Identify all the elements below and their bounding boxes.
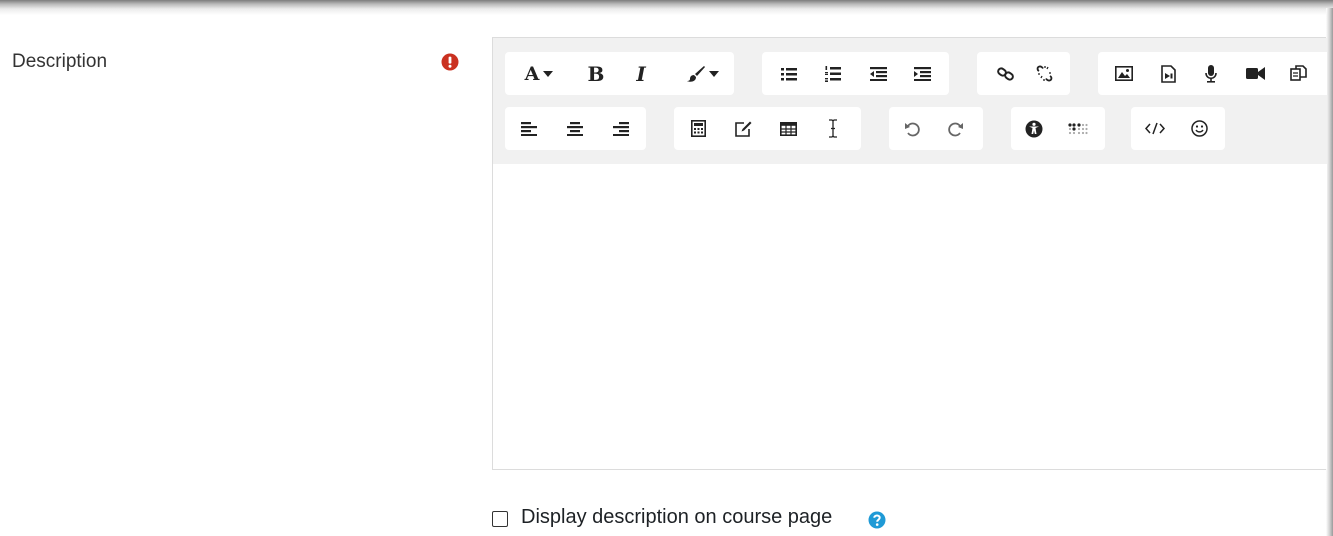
unlink-button[interactable] [1029, 52, 1059, 95]
screenreader-helper-button[interactable] [1063, 107, 1093, 150]
font-style-label: A [524, 62, 540, 85]
bold-button[interactable]: B [581, 52, 611, 95]
indent-button[interactable] [907, 52, 937, 95]
unlink-icon [1036, 65, 1052, 82]
copy-files-icon [1289, 65, 1307, 81]
edit-icon [734, 121, 751, 137]
record-audio-button[interactable] [1196, 52, 1226, 95]
unordered-list-button[interactable] [774, 52, 804, 95]
accessibility-group [1011, 107, 1105, 150]
right-edge-shadow [1326, 8, 1333, 536]
align-center-button[interactable] [560, 107, 590, 150]
clear-formatting-button[interactable] [818, 107, 848, 150]
numbered-list-icon [825, 65, 841, 82]
align-right-button[interactable] [606, 107, 636, 150]
accessibility-checker-button[interactable] [1019, 107, 1049, 150]
ordered-list-button[interactable] [818, 52, 848, 95]
text-cursor-icon [829, 119, 837, 138]
undo-button[interactable] [897, 107, 927, 150]
description-label: Description [12, 51, 108, 72]
redo-button[interactable] [941, 107, 971, 150]
italic-button[interactable]: I [626, 52, 656, 95]
media-group [1098, 52, 1327, 95]
editor-content-area[interactable] [493, 164, 1327, 469]
html-source-button[interactable] [1140, 107, 1170, 150]
image-button[interactable] [1109, 52, 1139, 95]
equation-button[interactable] [683, 107, 713, 150]
code-icon [1145, 122, 1165, 135]
redo-icon [948, 122, 963, 136]
indent-icon [913, 66, 931, 81]
emoji-button[interactable] [1184, 107, 1214, 150]
top-shadow [0, 0, 1333, 18]
table-icon [779, 121, 797, 136]
font-style-button[interactable]: A [515, 52, 563, 95]
caret-down-icon [709, 70, 719, 77]
insert-group [674, 107, 861, 150]
display-description-checkbox[interactable] [492, 511, 508, 527]
align-right-icon [613, 121, 629, 136]
list-group [762, 52, 949, 95]
link-group [977, 52, 1070, 95]
italic-label: I [636, 61, 646, 86]
table-button[interactable] [773, 107, 803, 150]
outdent-button[interactable] [863, 52, 893, 95]
media-button[interactable] [1153, 52, 1183, 95]
required-icon [441, 53, 459, 71]
editor-toolbar: A B I [493, 38, 1327, 164]
link-icon [996, 66, 1014, 81]
braille-icon [1068, 122, 1088, 134]
microphone-icon [1205, 64, 1217, 83]
file-media-icon [1160, 64, 1176, 83]
align-left-button[interactable] [514, 107, 544, 150]
align-left-icon [521, 121, 537, 136]
align-center-icon [567, 121, 583, 136]
display-description-label[interactable]: Display description on course page [521, 506, 832, 529]
edit-button[interactable] [728, 107, 758, 150]
manage-files-button[interactable] [1283, 52, 1313, 95]
caret-down-icon [543, 70, 554, 77]
accessibility-icon [1025, 120, 1043, 137]
bold-label: B [587, 61, 605, 86]
image-icon [1115, 66, 1133, 81]
history-group [889, 107, 983, 150]
paintbrush-icon [687, 65, 705, 82]
outdent-icon [869, 66, 887, 81]
undo-icon [905, 122, 920, 136]
brush-button[interactable] [679, 52, 727, 95]
help-icon[interactable] [868, 511, 886, 529]
bullet-list-icon [781, 67, 797, 80]
link-button[interactable] [990, 52, 1020, 95]
style-group: A B I [505, 52, 734, 95]
video-camera-icon [1245, 67, 1265, 80]
smiley-icon [1190, 120, 1208, 137]
html-group [1131, 107, 1225, 150]
calculator-icon [690, 120, 706, 137]
align-group [505, 107, 646, 150]
description-editor: A B I [492, 37, 1327, 470]
record-video-button[interactable] [1240, 52, 1270, 95]
